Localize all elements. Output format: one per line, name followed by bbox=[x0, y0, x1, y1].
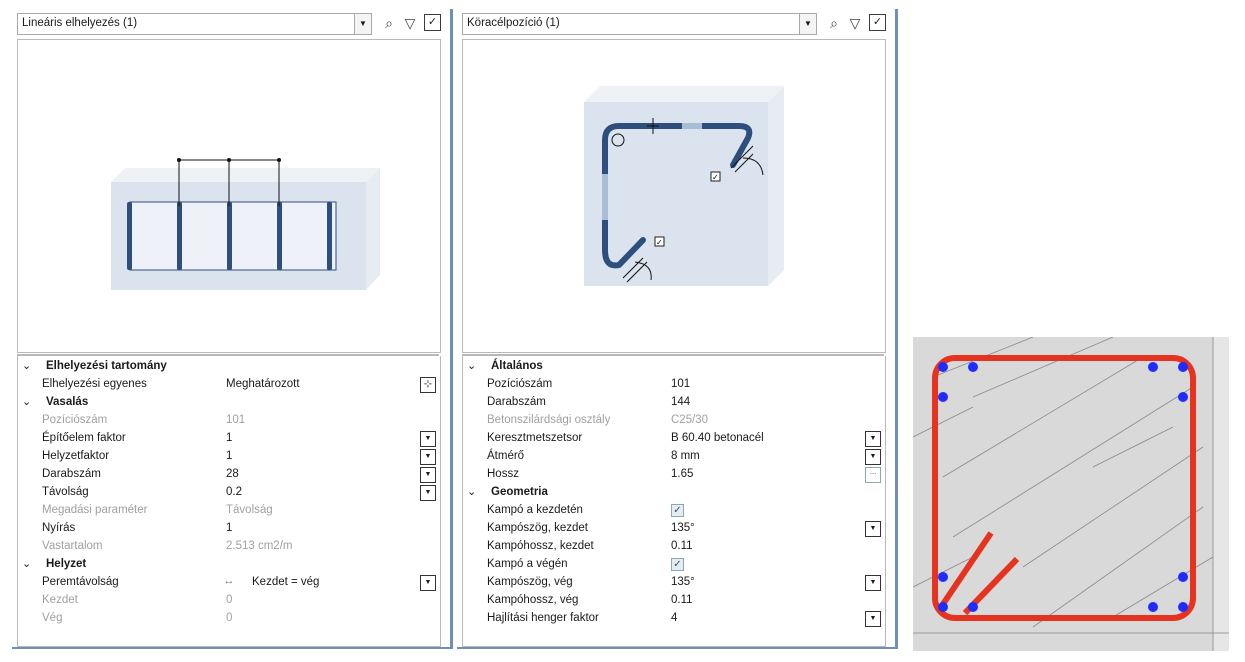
hook-end-checkbox[interactable]: ✓ bbox=[671, 558, 684, 571]
bar-shape-drawing: ✓ ✓ bbox=[584, 86, 784, 286]
chevron-down-icon[interactable]: ▼ bbox=[420, 449, 436, 465]
property-row: Peremtávolság ↔ Kezdet = vég ▼ bbox=[18, 574, 440, 592]
chevron-down-icon: ⌄ bbox=[22, 396, 32, 408]
property-row: Keresztmetszetsor B 60.40 betonacél ▼ bbox=[463, 430, 885, 448]
chevron-down-icon[interactable]: ▼ bbox=[420, 431, 436, 447]
section-preview-image bbox=[912, 336, 1229, 651]
property-grid: ⌄ Elhelyezési tartomány Elhelyezési egyen… bbox=[17, 356, 441, 647]
chevron-down-icon[interactable]: ▼ bbox=[865, 611, 881, 627]
property-row: Hajlítási henger faktor 4 ▼ bbox=[463, 610, 885, 628]
chevron-down-icon[interactable]: ▼ bbox=[420, 467, 436, 483]
chevron-down-icon[interactable]: ▼ bbox=[865, 431, 881, 447]
palette-title: Lineáris elhelyezés (1) bbox=[22, 17, 138, 29]
property-row: Kampóhossz, vég 0.11 bbox=[487, 594, 693, 606]
zoom-icon[interactable]: ⌕ bbox=[825, 14, 843, 32]
property-row: Pozíciószám 101 bbox=[42, 414, 246, 426]
property-row: Kampó a kezdetén ✓ bbox=[463, 502, 885, 520]
property-row: Megadási paraméter Távolság bbox=[42, 504, 273, 516]
property-row: Távolság 0.2 ▼ bbox=[18, 484, 440, 502]
property-row: Nyírás 1 bbox=[42, 522, 233, 534]
chevron-down-icon: ⌄ bbox=[467, 360, 477, 372]
chevron-down-icon[interactable]: ▼ bbox=[865, 449, 881, 465]
filter-icon[interactable]: ▽ bbox=[401, 14, 419, 32]
property-row: Vég 0 bbox=[42, 612, 233, 624]
ellipsis-icon[interactable]: … bbox=[865, 467, 881, 483]
property-row: Vastartalom 2.513 cm2/m bbox=[42, 540, 293, 552]
checkbox-icon[interactable]: ✓ bbox=[424, 14, 441, 31]
group-header[interactable]: ⌄ Vasalás bbox=[18, 394, 440, 412]
stirrup-section-drawing bbox=[912, 336, 1229, 651]
panel-border bbox=[12, 647, 453, 649]
panel-border bbox=[450, 9, 453, 649]
zoom-icon[interactable]: ⌕ bbox=[380, 14, 398, 32]
svg-text:✓: ✓ bbox=[712, 173, 719, 182]
property-row: Pozíciószám 101 bbox=[487, 378, 691, 390]
property-row: Kampó a végén ✓ bbox=[463, 556, 885, 574]
chevron-down-icon[interactable]: ▼ bbox=[354, 14, 371, 34]
property-row: Kampószög, kezdet 135° ▼ bbox=[463, 520, 885, 538]
chevron-down-icon: ⌄ bbox=[22, 558, 32, 570]
group-header[interactable]: ⌄ Általános bbox=[463, 358, 885, 376]
group-header[interactable]: ⌄ Geometria bbox=[463, 484, 885, 502]
property-row: Helyzetfaktor 1 ▼ bbox=[18, 448, 440, 466]
chevron-down-icon: ⌄ bbox=[467, 486, 477, 498]
property-row: Építőelem faktor 1 ▼ bbox=[18, 430, 440, 448]
property-row: Darabszám 144 bbox=[487, 396, 691, 408]
property-grid: ⌄ Általános Pozíciószám 101 Darabszám 144 B… bbox=[462, 356, 886, 647]
hook-start-checkbox[interactable]: ✓ bbox=[671, 504, 684, 517]
property-row: Hossz 1.65… bbox=[463, 466, 885, 484]
chevron-down-icon[interactable]: ▼ bbox=[420, 485, 436, 501]
property-row: Kampóhossz, kezdet 0.11 bbox=[487, 540, 693, 552]
pick-line-button[interactable]: ⊹ bbox=[420, 377, 436, 393]
svg-text:✓: ✓ bbox=[656, 238, 663, 247]
property-row: Kezdet 0 bbox=[42, 594, 233, 606]
group-header[interactable]: ⌄ Elhelyezési tartomány bbox=[18, 358, 440, 376]
linear-placement-panel: Lineáris elhelyezés (1) ▼ ⌕ ▽ ✓ ⌄ Elhely… bbox=[12, 9, 453, 649]
chevron-down-icon[interactable]: ▼ bbox=[865, 575, 881, 591]
property-row: Elhelyezési egyenes Meghatározott ⊹ bbox=[18, 376, 440, 394]
bar-shape-preview: ✓ ✓ bbox=[462, 39, 886, 353]
panel-border bbox=[457, 647, 898, 649]
property-row: Átmérő 8 mm ▼ bbox=[463, 448, 885, 466]
property-row: Darabszám 28 ▼ bbox=[18, 466, 440, 484]
property-row: Kampószög, vég 135° ▼ bbox=[463, 574, 885, 592]
palette-selector[interactable]: Lineáris elhelyezés (1) ▼ bbox=[17, 13, 372, 35]
chevron-down-icon[interactable]: ▼ bbox=[420, 575, 436, 591]
filter-icon[interactable]: ▽ bbox=[846, 14, 864, 32]
palette-title: Köracélpozíció (1) bbox=[467, 17, 560, 29]
bar-shape-panel: Köracélpozíció (1) ▼ ⌕ ▽ ✓ ✓ ✓ ⌄ Általán… bbox=[457, 9, 898, 649]
chevron-down-icon: ⌄ bbox=[22, 360, 32, 372]
edge-distance-icon[interactable]: ↔ bbox=[223, 575, 235, 587]
palette-selector[interactable]: Köracélpozíció (1) ▼ bbox=[462, 13, 817, 35]
checkbox-icon[interactable]: ✓ bbox=[869, 14, 886, 31]
panel-border bbox=[895, 9, 898, 649]
property-row: Betonszilárdsági osztály C25/30 bbox=[487, 414, 709, 426]
group-header[interactable]: ⌄ Helyzet bbox=[18, 556, 440, 574]
linear-placement-preview bbox=[17, 39, 441, 353]
linear-placement-drawing bbox=[111, 158, 380, 290]
chevron-down-icon[interactable]: ▼ bbox=[865, 521, 881, 537]
chevron-down-icon[interactable]: ▼ bbox=[799, 14, 816, 34]
